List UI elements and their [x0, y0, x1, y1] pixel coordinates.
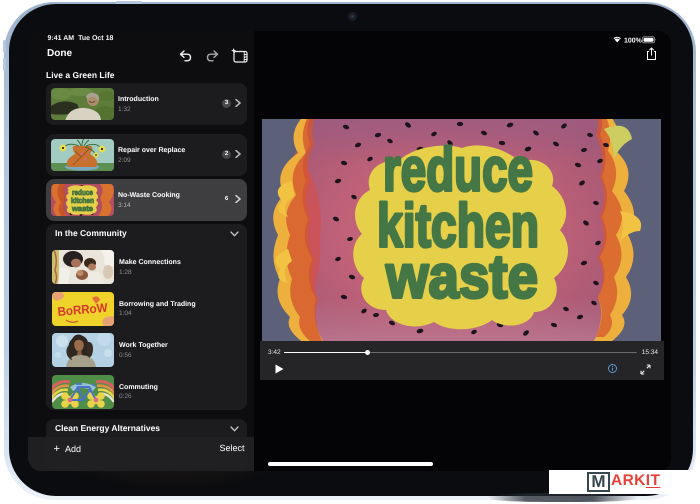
svg-text:100%: 100% [624, 38, 643, 44]
svg-text:waste: waste [71, 204, 93, 213]
svg-text:waste: waste [385, 244, 538, 312]
